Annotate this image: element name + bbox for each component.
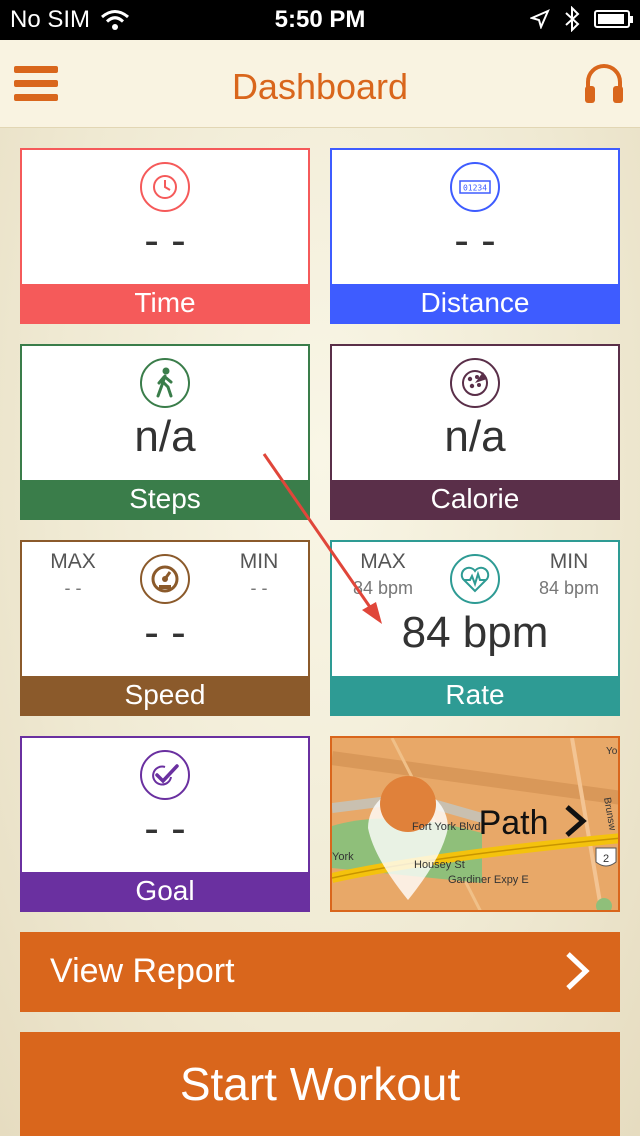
speed-tile[interactable]: MAX - - MIN - - - - Speed [20,540,310,716]
speed-label: Speed [22,676,308,714]
steps-tile[interactable]: n/a Steps [20,344,310,520]
map-street-gardiner: Gardiner Expy E [448,874,529,886]
speed-min: MIN - - [214,550,304,599]
pizza-icon [450,358,500,408]
rate-min-value: 84 bpm [538,578,600,598]
calorie-tile[interactable]: n/a Calorie [330,344,620,520]
location-icon [530,9,550,29]
speed-value: - - [144,608,186,657]
map-street-housey: Housey St [414,859,465,871]
speed-max-value: - - [64,578,82,598]
headphones-icon[interactable] [582,60,626,106]
start-workout-button[interactable]: Start Workout [20,1032,620,1136]
speed-max-label: MAX [50,550,96,573]
page-title: Dashboard [231,66,409,107]
map-label-yo: Yo [606,746,618,757]
view-report-label: View Report [50,952,235,990]
speed-min-value: - - [250,578,268,598]
goal-label: Goal [22,872,308,910]
chevron-right-icon [565,805,587,837]
rate-max-label: MAX [360,550,406,573]
odometer-icon: 01234 [450,162,500,212]
rate-min: MIN 84 bpm [524,550,614,599]
rate-max-value: 84 bpm [352,578,414,598]
path-label: Path [479,804,588,843]
rate-value: 84 bpm [401,608,549,657]
view-report-button[interactable]: View Report [20,932,620,1012]
map-road-shield: 2 [603,853,609,865]
speed-max: MAX - - [28,550,118,599]
chevron-right-icon [566,952,590,990]
nav-bar: Dashboard [0,40,640,128]
speed-min-label: MIN [239,550,279,573]
rate-min-label: MIN [549,550,589,573]
steps-label: Steps [22,480,308,518]
distance-tile[interactable]: 01234 - - Distance [330,148,620,324]
time-tile[interactable]: - - Time [20,148,310,324]
rate-max: MAX 84 bpm [338,550,428,599]
start-workout-label: Start Workout [179,1058,461,1110]
distance-value: - - [454,216,496,265]
goal-value: - - [144,804,186,853]
rate-label: Rate [332,676,618,714]
goal-tile[interactable]: - - Goal [20,736,310,912]
walking-icon [140,358,190,408]
path-map-tile[interactable]: Fort York Blvd Housey St Gardiner Expy E… [330,736,620,912]
rate-tile[interactable]: MAX 84 bpm MIN 84 bpm 84 bpm Rate [330,540,620,716]
time-value: - - [144,216,186,265]
speedometer-icon [140,554,190,604]
time-label: Time [22,284,308,322]
clock-icon [140,162,190,212]
status-bar: No SIM 5:50 PM [0,0,640,40]
battery-icon [594,10,633,28]
steps-value: n/a [134,412,196,461]
distance-label: Distance [332,284,618,322]
calorie-value: n/a [444,412,506,461]
check-icon [140,750,190,800]
heart-rate-icon [450,554,500,604]
map-street-fortyork: Fort York Blvd [412,821,480,833]
calorie-label: Calorie [332,480,618,518]
bluetooth-icon [565,6,580,32]
svg-text:01234: 01234 [463,184,487,193]
map-label-york: York [332,851,354,863]
